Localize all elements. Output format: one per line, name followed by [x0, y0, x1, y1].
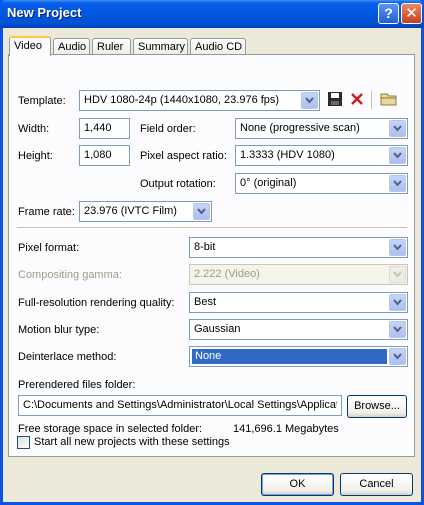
output-rotation-dropdown[interactable]: 0° (original) — [235, 173, 408, 194]
cancel-button[interactable]: Cancel — [340, 473, 413, 496]
ok-button[interactable]: OK — [261, 473, 334, 496]
start-all-label[interactable]: Start all new projects with these settin… — [34, 436, 230, 448]
folder-icon — [380, 93, 397, 106]
toolbar-divider — [371, 91, 372, 109]
field-order-label: Field order: — [140, 123, 196, 135]
frame-rate-label: Frame rate: — [18, 206, 75, 218]
chevron-down-icon — [389, 147, 406, 164]
compositing-gamma-dropdown: 2.222 (Video) — [189, 264, 408, 285]
dialog-window: New Project ? ✕ Video Audio Ruler Summar… — [0, 0, 424, 505]
tab-video[interactable]: Video — [9, 36, 51, 56]
motion-blur-dropdown[interactable]: Gaussian — [189, 319, 408, 340]
width-value: 1,440 — [84, 122, 112, 134]
prerendered-folder-label: Prerendered files folder: — [18, 379, 136, 391]
save-template-button[interactable] — [327, 91, 347, 111]
browse-button[interactable]: Browse... — [347, 395, 407, 418]
pixel-format-dropdown[interactable]: 8-bit — [189, 237, 408, 258]
compositing-gamma-value: 2.222 (Video) — [194, 268, 260, 280]
deinterlace-dropdown[interactable]: None — [189, 346, 408, 367]
motion-blur-value: Gaussian — [194, 323, 241, 335]
section-divider — [17, 227, 407, 229]
prerendered-folder-value: C:\Documents and Settings\Administrator\… — [23, 399, 337, 411]
template-value: HDV 1080-24p (1440x1080, 23.976 fps) — [84, 94, 280, 106]
frame-rate-value: 23.976 (IVTC Film) — [84, 205, 177, 217]
chevron-down-icon — [389, 321, 406, 338]
title-bar[interactable]: New Project ? ✕ — [0, 0, 424, 28]
pixel-format-value: 8-bit — [194, 241, 216, 253]
field-order-dropdown[interactable]: None (progressive scan) — [235, 118, 408, 139]
delete-icon — [351, 93, 363, 105]
chevron-down-icon — [301, 92, 318, 109]
prerendered-folder-input[interactable]: C:\Documents and Settings\Administrator\… — [18, 395, 342, 416]
field-order-value: None (progressive scan) — [240, 122, 360, 134]
chevron-down-icon — [389, 175, 406, 192]
chevron-down-icon — [389, 239, 406, 256]
tab-summary[interactable]: Summary — [133, 38, 188, 55]
render-quality-dropdown[interactable]: Best — [189, 292, 408, 313]
chevron-down-icon — [389, 120, 406, 137]
deinterlace-label: Deinterlace method: — [18, 351, 117, 363]
storage-label: Free storage space in selected folder: — [18, 423, 203, 435]
template-dropdown[interactable]: HDV 1080-24p (1440x1080, 23.976 fps) — [79, 90, 320, 111]
window-title: New Project — [7, 5, 82, 20]
close-button[interactable]: ✕ — [401, 3, 422, 24]
chevron-down-icon — [389, 294, 406, 311]
chevron-down-icon — [389, 348, 406, 365]
pixel-aspect-dropdown[interactable]: 1.3333 (HDV 1080) — [235, 145, 408, 166]
open-folder-button[interactable] — [380, 91, 400, 111]
help-button[interactable]: ? — [378, 3, 399, 24]
render-quality-label: Full-resolution rendering quality: — [18, 297, 175, 309]
output-rotation-label: Output rotation: — [140, 178, 216, 190]
video-tab-panel: Template: HDV 1080-24p (1440x1080, 23.97… — [8, 54, 415, 457]
height-value: 1,080 — [84, 149, 112, 161]
output-rotation-value: 0° (original) — [240, 177, 297, 189]
tab-ruler[interactable]: Ruler — [92, 38, 131, 55]
save-icon — [328, 92, 342, 106]
deinterlace-value: None — [192, 349, 387, 364]
close-icon: ✕ — [405, 5, 418, 22]
delete-template-button[interactable] — [349, 91, 369, 111]
height-label: Height: — [18, 150, 53, 162]
render-quality-value: Best — [194, 296, 217, 308]
template-label: Template: — [18, 95, 66, 107]
tab-audio[interactable]: Audio — [53, 38, 90, 55]
width-input[interactable]: 1,440 — [79, 118, 130, 139]
width-label: Width: — [18, 123, 50, 135]
height-input[interactable]: 1,080 — [79, 145, 130, 166]
storage-value: 141,696.1 Megabytes — [233, 423, 339, 435]
start-all-checkbox[interactable] — [17, 436, 30, 449]
pixel-format-label: Pixel format: — [18, 242, 80, 254]
pixel-aspect-label: Pixel aspect ratio: — [140, 150, 227, 162]
tab-audio-cd[interactable]: Audio CD — [190, 38, 246, 55]
dialog-body: Video Audio Ruler Summary Audio CD Templ… — [3, 28, 421, 502]
chevron-down-icon — [389, 266, 406, 283]
compositing-gamma-label: Compositing gamma: — [18, 269, 122, 281]
frame-rate-dropdown[interactable]: 23.976 (IVTC Film) — [79, 201, 212, 222]
pixel-aspect-value: 1.3333 (HDV 1080) — [240, 149, 335, 161]
motion-blur-label: Motion blur type: — [18, 324, 100, 336]
question-mark-icon: ? — [384, 5, 393, 21]
chevron-down-icon — [193, 203, 210, 220]
